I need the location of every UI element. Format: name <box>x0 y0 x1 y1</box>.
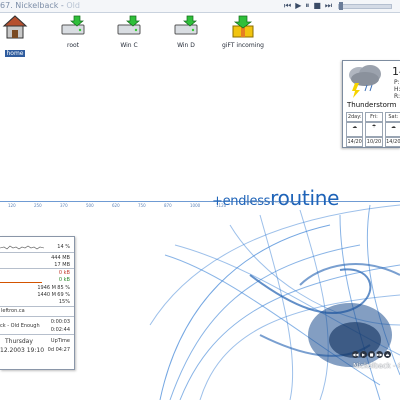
top-panel: 67. Nickelback - Old ⏮ ▶ ⏸ ■ ⏭ <box>0 0 400 13</box>
date-time: 12.2003 19:10 <box>0 347 45 354</box>
forecast-icon: ☁ <box>384 122 400 137</box>
previous-button[interactable]: ⏮ <box>284 1 291 11</box>
desktop-icon-win-d[interactable]: Win D <box>163 14 209 49</box>
volume-knob[interactable] <box>339 2 343 10</box>
volume-slider[interactable] <box>338 2 392 10</box>
desktop-icon-home[interactable]: home <box>0 14 38 59</box>
next-button[interactable]: ⏭ <box>325 1 332 11</box>
thunderstorm-icon <box>349 65 381 98</box>
drive-icon <box>61 15 85 35</box>
media-controls: ⏮ ▶ ⏸ ■ ⏭ <box>284 1 332 11</box>
now-playing-title[interactable]: 67. Nickelback - Old <box>0 1 80 10</box>
forecast-icon: ☂ <box>365 122 383 137</box>
forecast-icon: ☁ <box>346 122 364 137</box>
download-icon <box>232 15 254 38</box>
cpu-percent: 14 % <box>57 244 70 250</box>
drive-icon <box>117 15 141 35</box>
home-icon <box>2 15 28 39</box>
stop-button[interactable]: ■ <box>313 1 321 11</box>
play-button[interactable]: ▶ <box>295 1 301 11</box>
pause-button[interactable]: ⏸ <box>305 1 309 11</box>
drive-icon <box>174 15 198 35</box>
current-track: ck - Old Enough <box>0 323 40 329</box>
system-monitor-widget[interactable]: 14 % 444 MB 17 MB 0 kB 0 kB 1946 M 85 % … <box>0 236 75 370</box>
weather-temperature: 14 <box>392 65 400 78</box>
rewind-button[interactable]: ◀◀ <box>352 351 359 358</box>
stop-button[interactable]: ■ <box>368 351 375 358</box>
wallpaper-tagline: kde-look.org by cazzo <box>246 200 295 204</box>
play-button[interactable]: ▶ <box>360 351 367 358</box>
wallpaper-logo: +endlessroutine <box>212 186 340 210</box>
weekday: Thursday <box>5 338 33 345</box>
weather-widget[interactable]: 14 P: H: R: Thunderstorm 2day: Fri: Sat:… <box>342 60 400 148</box>
wallpaper-ruler: 120 250 370 500 620 750 870 1000 1120 <box>0 201 400 210</box>
forward-button[interactable]: ▶▶ <box>376 351 383 358</box>
eject-button[interactable]: ⏏ <box>384 351 391 358</box>
desktop-icon-win-c[interactable]: Win C <box>106 14 152 49</box>
uptime: 0d 04:27 <box>47 347 70 353</box>
cpu-graph <box>0 245 44 250</box>
weather-condition: Thunderstorm <box>347 101 397 109</box>
mini-player-title: Nickelback - O <box>353 362 400 370</box>
mini-player-controls: ◀◀ ▶ ■ ▶▶ ⏏ <box>352 351 391 358</box>
hostname: leftron.ca <box>1 308 25 314</box>
desktop-icon-root[interactable]: root <box>50 14 96 49</box>
desktop-icon-gift-incoming[interactable]: giFT incoming <box>220 14 266 49</box>
